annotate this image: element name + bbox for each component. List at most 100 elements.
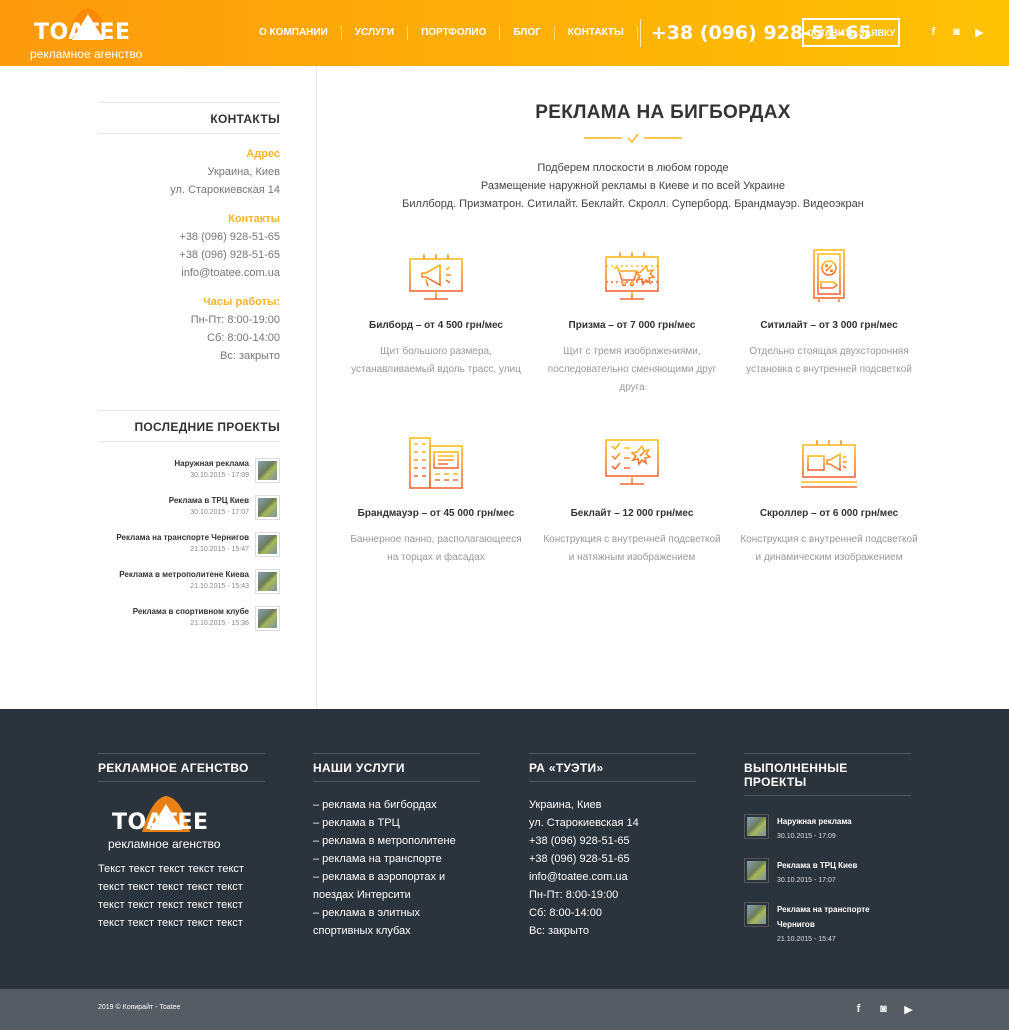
service-description: Конструкция с внутренней подсветкой и на… — [543, 534, 721, 563]
footer-col-title: ВЫПОЛНЕННЫЕ ПРОЕКТЫ — [744, 753, 911, 796]
main-nav: О КОМПАНИИ УСЛУГИ ПОРТФОЛИО БЛОГ КОНТАКТ… — [246, 0, 872, 66]
project-thumbnail[interactable] — [744, 902, 769, 927]
project-name[interactable]: Реклама в ТРЦ Киев — [169, 495, 249, 507]
site-header: TOATEE рекламное агенство О КОМПАНИИ УСЛ… — [0, 0, 1009, 66]
service-description: Баннерное панно, располагающееся на торц… — [350, 534, 522, 563]
service-description: Отдельно стоящая двухсторонняя установка… — [746, 346, 912, 375]
building-icon — [408, 437, 464, 489]
project-item[interactable]: Реклама на транспорте Чернигов 21.10.2015… — [98, 532, 280, 557]
request-button[interactable]: ОСТАВИТЬ ЗАЯВКУ — [802, 18, 900, 47]
site-footer: РЕКЛАМНОЕ АГЕНСТВО TOATEE рекламное аген… — [0, 709, 1009, 989]
sidebar-contacts: КОНТАКТЫ Адрес Украина, Киев ул. Староки… — [98, 102, 280, 365]
sidebar-projects-title: ПОСЛЕДНИЕ ПРОЕКТЫ — [98, 410, 280, 442]
project-item[interactable]: Наружная реклама 30.10.2015 - 17:09 — [98, 458, 280, 483]
project-thumbnail[interactable] — [744, 858, 769, 883]
project-name[interactable]: Реклама на транспорте Чернигов — [116, 532, 249, 544]
project-date: 21.10.2015 - 15:47 — [190, 546, 249, 553]
project-date: 30.10.2015 - 17:07 — [777, 877, 836, 884]
footer-project-item[interactable]: Реклама на транспорте Чернигов 21.10.2015… — [744, 902, 911, 947]
footer-email[interactable]: info@toatee.com.ua — [529, 868, 696, 886]
footer-bottom-bar: 2019 © Копирайт - Toatee f ◙ ▶ — [0, 989, 1009, 1030]
project-name[interactable]: Реклама в метрополитене Киева — [119, 569, 249, 581]
billboard-megaphone-icon — [409, 253, 463, 300]
hours-label: Часы работы: — [203, 296, 280, 308]
footer-hours: Сб: 8:00-14:00 — [529, 907, 602, 919]
project-date: 30.10.2015 - 17:09 — [777, 833, 836, 840]
service-citylight[interactable]: Ситилайт – от 3 000 грн/мес Отдельно сто… — [739, 246, 919, 379]
instagram-icon[interactable]: ◙ — [950, 25, 963, 39]
email-line[interactable]: info@toatee.com.ua — [98, 264, 280, 282]
project-date: 30.10.2015 - 17:09 — [190, 472, 249, 479]
facebook-icon[interactable]: f — [927, 25, 940, 39]
prism-cart-icon — [605, 251, 659, 300]
footer-col-agency: РЕКЛАМНОЕ АГЕНСТВО TOATEE рекламное аген… — [98, 753, 265, 932]
project-item[interactable]: Реклама в метрополитене Киева 21.10.2015 … — [98, 569, 280, 594]
project-thumbnail[interactable] — [255, 458, 280, 483]
service-description: Щит с тремя изображениями, последователь… — [547, 346, 717, 393]
footer-service-link[interactable]: – реклама в ТРЦ — [313, 814, 480, 832]
footer-phone[interactable]: +38 (096) 928-51-65 — [529, 850, 696, 868]
footer-col-projects: ВЫПОЛНЕННЫЕ ПРОЕКТЫ Наружная реклама 30.1… — [744, 753, 911, 947]
service-brandmauer[interactable]: Брандмауэр – от 45 000 грн/мес Баннерное… — [346, 434, 526, 567]
footer-phone[interactable]: +38 (096) 928-51-65 — [529, 832, 696, 850]
phone-line[interactable]: +38 (096) 928-51-65 — [98, 246, 280, 264]
copyright: 2019 © Копирайт - Toatee — [98, 1004, 181, 1011]
logo[interactable]: TOATEE рекламное агенство — [28, 6, 148, 61]
nav-item-company[interactable]: О КОМПАНИИ — [246, 26, 342, 40]
project-thumbnail[interactable] — [744, 814, 769, 839]
contacts-label: Контакты — [228, 213, 280, 225]
footer-col-title: РЕКЛАМНОЕ АГЕНСТВО — [98, 753, 265, 782]
footer-service-link[interactable]: – реклама на бигбордах — [313, 796, 480, 814]
service-billboard[interactable]: Билборд – от 4 500 грн/мес Щит большого … — [346, 246, 526, 379]
nav-item-services[interactable]: УСЛУГИ — [342, 26, 409, 40]
project-item[interactable]: Реклама в спортивном клубе 21.10.2015 - 1… — [98, 606, 280, 631]
project-item[interactable]: Реклама в ТРЦ Киев 30.10.2015 - 17:07 — [98, 495, 280, 520]
project-date: 30.10.2015 - 17:07 — [190, 509, 249, 516]
footer-service-link[interactable]: – реклама в метрополитене — [313, 832, 480, 850]
project-thumbnail[interactable] — [255, 606, 280, 631]
footer-contact-line: ул. Старокиевская 14 — [529, 817, 639, 829]
intro-line: Подберем плоскости в любом городе — [537, 162, 729, 174]
footer-service-link[interactable]: – реклама в аэропортах и поездах Интерси… — [313, 868, 480, 904]
project-thumbnail[interactable] — [255, 495, 280, 520]
project-thumbnail[interactable] — [255, 569, 280, 594]
phone-line[interactable]: +38 (096) 928-51-65 — [98, 228, 280, 246]
service-prism[interactable]: Призма – от 7 000 грн/мес Щит с тремя из… — [542, 246, 722, 397]
facebook-icon[interactable]: f — [852, 1002, 865, 1016]
intro-line: Размещение наружной рекламы в Киеве и по… — [480, 180, 786, 192]
sidebar-contacts-title: КОНТАКТЫ — [98, 102, 280, 134]
hours-line: Вс: закрыто — [220, 350, 280, 362]
footer-service-link[interactable]: – реклама на транспорте — [313, 850, 480, 868]
logo-tagline: рекламное агенство — [30, 47, 143, 61]
project-name[interactable]: Реклама в ТРЦ Киев — [777, 858, 857, 873]
youtube-icon[interactable]: ▶ — [902, 1002, 915, 1016]
project-name[interactable]: Реклама в спортивном клубе — [133, 606, 249, 618]
project-date: 21.10.2015 - 15:43 — [190, 583, 249, 590]
instagram-icon[interactable]: ◙ — [877, 1002, 890, 1016]
logo-tagline: рекламное агенство — [108, 837, 221, 851]
service-scroller[interactable]: Скроллер – от 6 000 грн/мес Конструкция … — [739, 434, 919, 567]
service-backlight[interactable]: Беклайт – 12 000 грн/мес Конструкция с в… — [542, 434, 722, 567]
footer-text: Текст текст текст текст текст текст текс… — [98, 863, 244, 929]
service-description: Конструкция с внутренней подсветкой и ди… — [740, 534, 918, 563]
footer-project-item[interactable]: Наружная реклама 30.10.2015 - 17:09 — [744, 814, 911, 844]
footer-col-contacts: РА «ТУЭТИ» Украина, Киев ул. Старокиевск… — [529, 753, 696, 940]
project-name[interactable]: Наружная реклама — [174, 458, 249, 470]
header-social: f ◙ ▶ — [927, 25, 986, 39]
footer-social: f ◙ ▶ — [852, 1002, 915, 1016]
project-name[interactable]: Реклама на транспорте Чернигов — [777, 902, 897, 932]
youtube-icon[interactable]: ▶ — [973, 25, 986, 39]
project-name[interactable]: Наружная реклама — [777, 814, 852, 829]
address-line: ул. Старокиевская 14 — [170, 184, 280, 196]
footer-service-link[interactable]: – реклама в элитных спортивных клубах — [313, 904, 480, 940]
scroller-megaphone-icon — [801, 439, 857, 488]
service-title: Призма – от 7 000 грн/мес — [568, 320, 696, 331]
footer-project-item[interactable]: Реклама в ТРЦ Киев 30.10.2015 - 17:07 — [744, 858, 911, 888]
project-thumbnail[interactable] — [255, 532, 280, 557]
footer-col-services: НАШИ УСЛУГИ – реклама на бигбордах – рек… — [313, 753, 480, 940]
footer-logo[interactable]: TOATEE рекламное агенство — [106, 796, 226, 851]
nav-item-contacts[interactable]: КОНТАКТЫ — [555, 26, 638, 40]
nav-item-blog[interactable]: БЛОГ — [500, 26, 555, 40]
citylight-percent-icon — [813, 249, 845, 302]
nav-item-portfolio[interactable]: ПОРТФОЛИО — [408, 26, 501, 40]
